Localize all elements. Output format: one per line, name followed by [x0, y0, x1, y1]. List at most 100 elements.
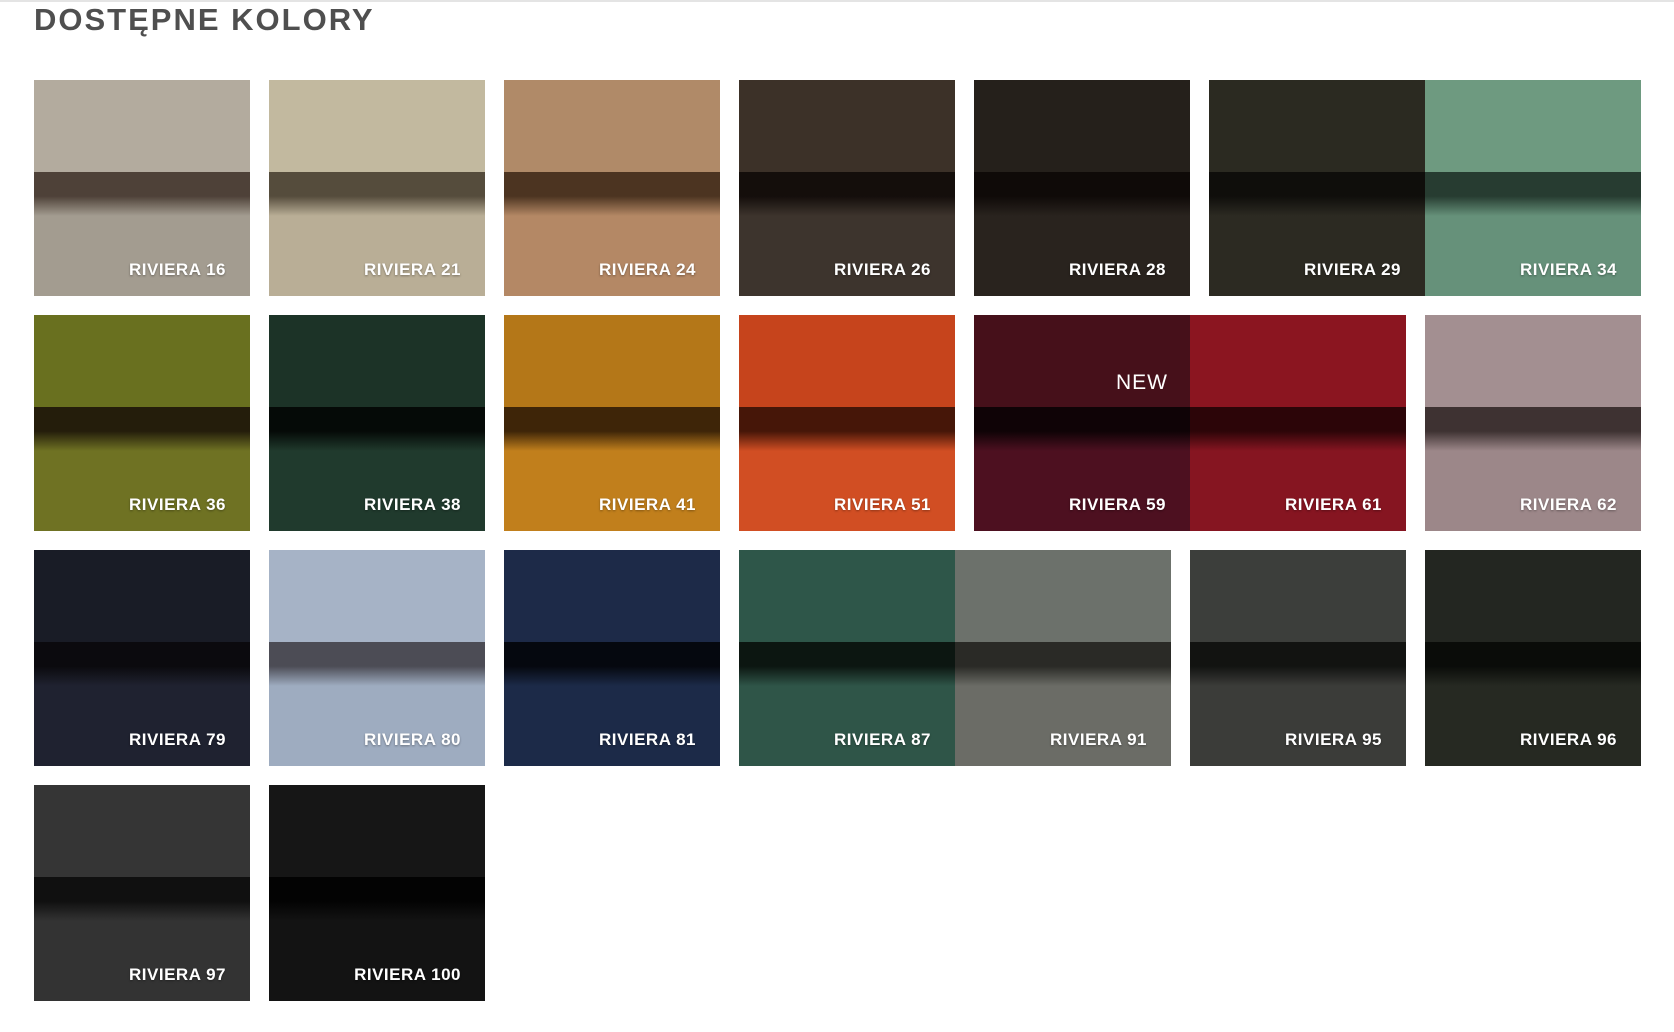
- fabric-top: [34, 785, 250, 877]
- fabric-fold: [504, 642, 720, 686]
- swatch-label: RIVIERA 41: [599, 495, 696, 514]
- fabric-fold: [1425, 172, 1641, 216]
- fabric-bottom: [1190, 686, 1406, 766]
- fabric-top: [739, 80, 955, 172]
- fabric-fold: [269, 877, 485, 921]
- fabric-fold: [34, 642, 250, 686]
- fabric-top: [974, 80, 1190, 172]
- swatch-riviera-26[interactable]: RIVIERA 26: [739, 80, 955, 296]
- fabric-top: [504, 80, 720, 172]
- fabric-fold: [974, 407, 1190, 451]
- fabric-bottom: [269, 921, 485, 1001]
- swatch-riviera-16[interactable]: RIVIERA 16: [34, 80, 250, 296]
- swatch-label: RIVIERA 34: [1520, 260, 1617, 279]
- fabric-fold: [504, 407, 720, 451]
- swatch-label: RIVIERA 61: [1285, 495, 1382, 514]
- fabric-fold: [34, 877, 250, 921]
- swatch-riviera-81[interactable]: RIVIERA 81: [504, 550, 720, 766]
- fabric-bottom: [34, 216, 250, 296]
- fabric-top: [739, 315, 955, 407]
- swatch-riviera-87[interactable]: RIVIERA 87: [739, 550, 955, 766]
- swatch-label: RIVIERA 28: [1069, 260, 1166, 279]
- fabric-top: [34, 315, 250, 407]
- fabric-top: [269, 550, 485, 642]
- swatch-label: RIVIERA 87: [834, 730, 931, 749]
- fabric-fold: [739, 172, 955, 216]
- swatch-riviera-61[interactable]: RIVIERA 61: [1190, 315, 1406, 531]
- swatch-label: RIVIERA 79: [129, 730, 226, 749]
- fabric-top: [1425, 550, 1641, 642]
- fabric-bottom: [269, 451, 485, 531]
- swatch-label: RIVIERA 91: [1050, 730, 1147, 749]
- swatch-label: RIVIERA 51: [834, 495, 931, 514]
- fabric-fold: [1190, 642, 1406, 686]
- fabric-top: [504, 315, 720, 407]
- swatch-label: RIVIERA 59: [1069, 495, 1166, 514]
- fabric-bottom: [1425, 686, 1641, 766]
- swatch-riviera-59[interactable]: NEW RIVIERA 59: [974, 315, 1190, 531]
- fabric-fold: [1425, 642, 1641, 686]
- swatch-riviera-28[interactable]: RIVIERA 28: [974, 80, 1190, 296]
- fabric-bottom: [1190, 451, 1406, 531]
- swatch-label: RIVIERA 21: [364, 260, 461, 279]
- swatch-riviera-41[interactable]: RIVIERA 41: [504, 315, 720, 531]
- fabric-top: [1209, 80, 1425, 172]
- fabric-fold: [739, 407, 955, 451]
- fabric-bottom: [739, 686, 955, 766]
- swatch-riviera-97[interactable]: RIVIERA 97: [34, 785, 250, 1001]
- swatch-riviera-21[interactable]: RIVIERA 21: [269, 80, 485, 296]
- fabric-bottom: [34, 686, 250, 766]
- swatch-riviera-95[interactable]: RIVIERA 95: [1190, 550, 1406, 766]
- color-swatch-grid: RIVIERA 16 RIVIERA 21 RIVIERA 24 RIVIERA…: [0, 0, 1674, 1032]
- fabric-bottom: [955, 686, 1171, 766]
- swatch-riviera-38[interactable]: RIVIERA 38: [269, 315, 485, 531]
- fabric-bottom: [974, 216, 1190, 296]
- new-badge: NEW: [1116, 371, 1168, 394]
- fabric-fold: [1425, 407, 1641, 451]
- fabric-fold: [504, 172, 720, 216]
- fabric-bottom: [1209, 216, 1425, 296]
- swatch-label: RIVIERA 81: [599, 730, 696, 749]
- fabric-bottom: [1425, 216, 1641, 296]
- fabric-top: [1425, 80, 1641, 172]
- swatch-label: RIVIERA 26: [834, 260, 931, 279]
- fabric-bottom: [269, 216, 485, 296]
- fabric-bottom: [1425, 451, 1641, 531]
- swatch-riviera-91[interactable]: RIVIERA 91: [955, 550, 1171, 766]
- fabric-fold: [269, 172, 485, 216]
- fabric-top: [34, 550, 250, 642]
- swatch-label: RIVIERA 38: [364, 495, 461, 514]
- swatch-riviera-36[interactable]: RIVIERA 36: [34, 315, 250, 531]
- fabric-bottom: [739, 451, 955, 531]
- swatch-label: RIVIERA 24: [599, 260, 696, 279]
- fabric-top: [504, 550, 720, 642]
- swatch-riviera-100[interactable]: RIVIERA 100: [269, 785, 485, 1001]
- fabric-bottom: [34, 921, 250, 1001]
- swatch-riviera-79[interactable]: RIVIERA 79: [34, 550, 250, 766]
- swatch-label: RIVIERA 80: [364, 730, 461, 749]
- swatch-label: RIVIERA 97: [129, 965, 226, 984]
- fabric-top: [269, 315, 485, 407]
- fabric-top: [1190, 550, 1406, 642]
- fabric-top: [955, 550, 1171, 642]
- fabric-bottom: [34, 451, 250, 531]
- fabric-fold: [269, 642, 485, 686]
- fabric-bottom: [974, 451, 1190, 531]
- fabric-top: [34, 80, 250, 172]
- fabric-top: [1425, 315, 1641, 407]
- fabric-top: [739, 550, 955, 642]
- swatch-riviera-24[interactable]: RIVIERA 24: [504, 80, 720, 296]
- swatch-riviera-96[interactable]: RIVIERA 96: [1425, 550, 1641, 766]
- swatch-riviera-51[interactable]: RIVIERA 51: [739, 315, 955, 531]
- swatch-riviera-34[interactable]: RIVIERA 34: [1425, 80, 1641, 296]
- fabric-fold: [955, 642, 1171, 686]
- swatch-label: RIVIERA 29: [1304, 260, 1401, 279]
- fabric-fold: [34, 407, 250, 451]
- fabric-bottom: [269, 686, 485, 766]
- fabric-fold: [1190, 407, 1406, 451]
- swatch-riviera-62[interactable]: RIVIERA 62: [1425, 315, 1641, 531]
- swatch-riviera-29[interactable]: RIVIERA 29: [1209, 80, 1425, 296]
- swatch-label: RIVIERA 36: [129, 495, 226, 514]
- swatch-riviera-80[interactable]: RIVIERA 80: [269, 550, 485, 766]
- fabric-top: [1190, 315, 1406, 407]
